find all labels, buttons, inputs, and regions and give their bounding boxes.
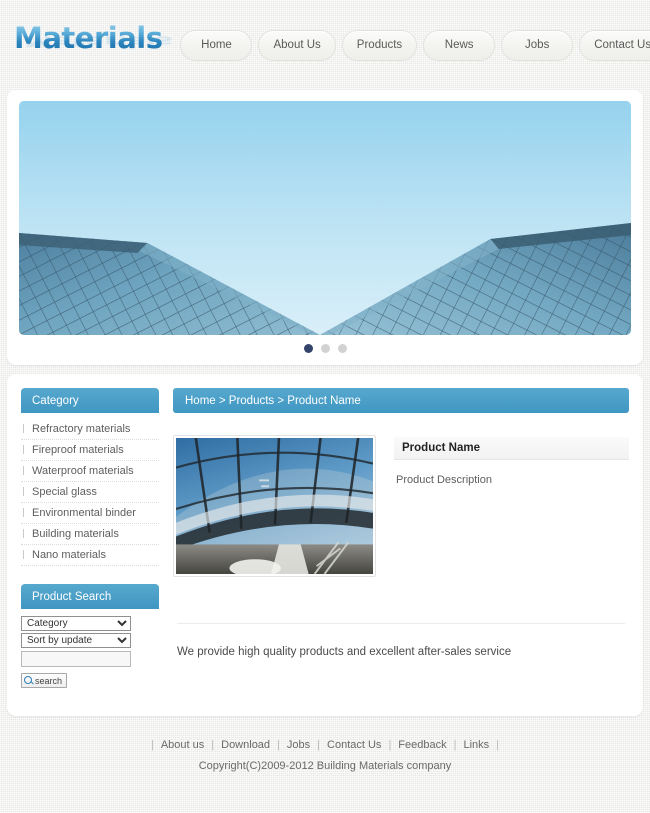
nav-label: Jobs [525,39,550,51]
breadcrumb-text[interactable]: Home > Products > Product Name [185,395,361,407]
nav-label: About Us [273,39,321,51]
nav-item-home[interactable]: Home [180,29,253,61]
category-item-label: Nano materials [32,549,106,561]
copyright-text: Copyright(C)2009-2012 Building Materials… [198,760,452,772]
category-item-environmental-binder[interactable]: Environmental binder [21,503,159,524]
category-item-label: Waterproof materials [32,465,134,477]
footer-separator: | [388,739,392,751]
magnifier-icon [24,676,33,685]
footer-separator: | [150,739,154,751]
site-footer: | About us | Download | Jobs | Contact U… [0,725,650,772]
category-title: Category [32,394,79,407]
search-keyword-input[interactable] [21,651,131,667]
footer-link-links[interactable]: Links [463,739,489,751]
footer-links: | About us | Download | Jobs | Contact U… [0,739,650,751]
footer-link-jobs[interactable]: Jobs [287,739,310,751]
content-panel: Category Refractory materials Fireproof … [7,374,643,716]
banner-artwork [19,101,631,335]
hero-banner-image[interactable] [19,101,631,335]
product-search-title: Product Search [32,590,112,603]
category-item-refractory-materials[interactable]: Refractory materials [21,419,159,440]
nav-item-jobs[interactable]: Jobs [501,29,574,61]
product-image[interactable] [173,435,376,577]
footer-link-feedback[interactable]: Feedback [398,739,446,751]
nav-item-about-us[interactable]: About Us [258,29,336,61]
footer-separator: | [317,739,321,751]
product-artwork [176,438,373,574]
slider-pagination [19,335,631,359]
category-item-waterproof-materials[interactable]: Waterproof materials [21,461,159,482]
footer-separator: | [496,739,500,751]
banner-panel [7,90,643,365]
search-button[interactable]: search [21,673,68,688]
nav-label: News [444,39,474,51]
slider-dot-2[interactable] [320,344,330,353]
slider-dot-1[interactable] [303,344,313,353]
category-item-label: Environmental binder [32,507,136,519]
product-search-panel: Product Search Category Sort by update s… [21,584,159,690]
category-item-fireproof-materials[interactable]: Fireproof materials [21,440,159,461]
category-item-building-materials[interactable]: Building materials [21,524,159,545]
category-panel-header: Category [21,388,159,413]
search-button-label: search [35,675,63,686]
category-item-special-glass[interactable]: Special glass [21,482,159,503]
footer-link-contact-us[interactable]: Contact Us [327,739,381,751]
site-header: Materials Materials Home About Us Produc… [0,0,650,90]
category-select[interactable]: Category [21,616,131,631]
main-navigation: Home About Us Products News Jobs Contact… [180,29,650,61]
product-description: Product Description [396,474,492,486]
product-search-header: Product Search [21,584,159,609]
footer-link-about-us[interactable]: About us [161,739,204,751]
category-item-label: Fireproof materials [32,444,124,456]
sidebar: Category Refractory materials Fireproof … [21,388,159,690]
slider-dot-3[interactable] [337,344,347,353]
tagline-text: We provide high quality products and exc… [177,646,512,658]
nav-label: Products [356,39,403,51]
category-item-label: Building materials [32,528,119,540]
sort-select[interactable]: Sort by update [21,633,131,648]
footer-separator: | [453,739,457,751]
category-list: Refractory materials Fireproof materials… [21,419,159,566]
category-item-nano-materials[interactable]: Nano materials [21,545,159,566]
footer-separator: | [211,739,215,751]
nav-item-contact-us[interactable]: Contact Us [579,29,650,61]
product-name: Product Name [394,437,629,460]
logo-text: Materials [14,21,163,55]
nav-item-news[interactable]: News [423,29,496,61]
breadcrumb: Home > Products > Product Name [173,388,629,413]
product-info: Product Name Product Description [394,435,629,577]
product-search-fields: Category Sort by update search [21,616,159,690]
nav-label: Contact Us [594,39,650,51]
nav-item-products[interactable]: Products [341,29,418,61]
main-content: Home > Products > Product Name Product N… [173,388,629,690]
site-logo[interactable]: Materials Materials [14,19,172,71]
nav-label: Home [201,39,232,51]
footer-separator: | [277,739,280,751]
category-item-label: Refractory materials [32,423,131,435]
product-detail: Product Name Product Description [173,435,629,577]
category-item-label: Special glass [32,486,97,498]
footer-link-download[interactable]: Download [221,739,270,751]
